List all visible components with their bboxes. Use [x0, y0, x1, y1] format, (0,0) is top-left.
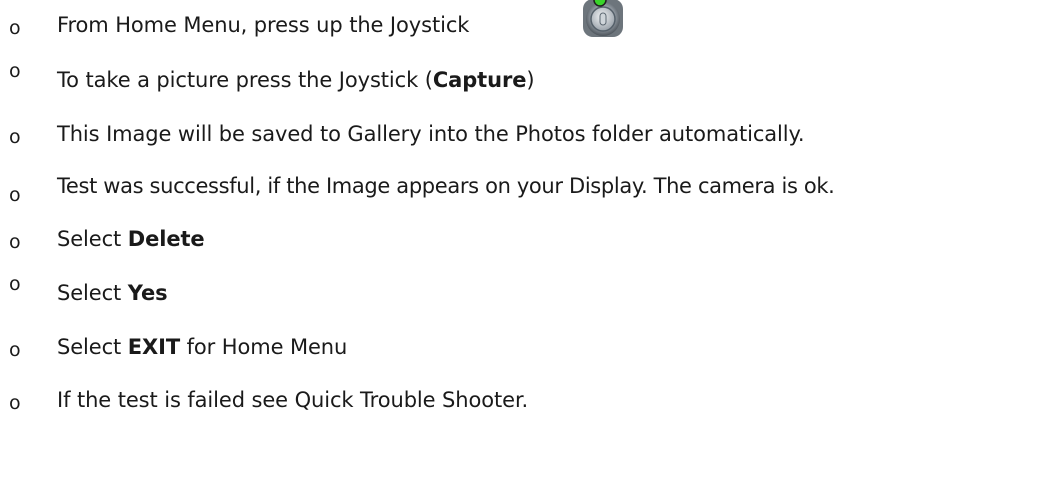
list-item: o Select Yes: [0, 273, 1064, 313]
joystick-up-icon: [581, 0, 625, 39]
keyword-exit: EXIT: [127, 335, 181, 359]
keyword-delete: Delete: [127, 227, 205, 251]
bullet-marker: o: [9, 273, 21, 295]
instruction-text-part: From Home Menu, press up the Joystick: [57, 13, 470, 37]
instruction-text: This Image will be saved to Gallery into…: [57, 114, 805, 154]
list-item: o Select EXIT for Home Menu: [0, 327, 1064, 367]
list-item: o To take a picture press the Joystick (…: [0, 60, 1064, 100]
instruction-text: Test was successful, if the Image appear…: [57, 166, 835, 206]
bullet-marker: o: [9, 17, 21, 39]
instruction-text-part: Select: [57, 335, 128, 359]
instruction-text-part: ): [526, 68, 535, 92]
keyword-capture: Capture: [432, 68, 527, 92]
instruction-text-part: This Image will be saved to Gallery into…: [57, 122, 805, 146]
instruction-text: Select Yes: [57, 273, 168, 313]
instruction-text: Select Delete: [57, 219, 205, 259]
instruction-text-part: To take a picture press the Joystick (: [57, 68, 433, 92]
instruction-text-part: If the test is failed see Quick Trouble …: [57, 388, 529, 412]
list-item: o Select Delete: [0, 219, 1064, 259]
bullet-marker: o: [9, 60, 21, 82]
instruction-text-part: Select: [57, 227, 128, 251]
list-item: o This Image will be saved to Gallery in…: [0, 114, 1064, 154]
keyword-yes: Yes: [127, 281, 168, 305]
list-item: o From Home Menu, press up the Joystick: [0, 0, 1064, 45]
list-item: o Test was successful, if the Image appe…: [0, 166, 1064, 206]
list-item: o If the test is failed see Quick Troubl…: [0, 380, 1064, 420]
bullet-marker: o: [9, 392, 21, 414]
instruction-text-part: Test was successful, if the Image appear…: [57, 174, 835, 198]
instruction-text: From Home Menu, press up the Joystick: [57, 5, 469, 45]
bullet-marker: o: [9, 339, 21, 361]
instruction-text: If the test is failed see Quick Trouble …: [57, 380, 528, 420]
bullet-marker: o: [9, 126, 21, 148]
instruction-text: Select EXIT for Home Menu: [57, 327, 347, 367]
instruction-text: To take a picture press the Joystick (Ca…: [57, 60, 535, 100]
bullet-marker: o: [9, 184, 21, 206]
instruction-list: o From Home Menu, press up the Joystick: [0, 0, 1064, 489]
instruction-text-part: for Home Menu: [180, 335, 348, 359]
bullet-marker: o: [9, 231, 21, 253]
instruction-text-part: Select: [57, 281, 128, 305]
